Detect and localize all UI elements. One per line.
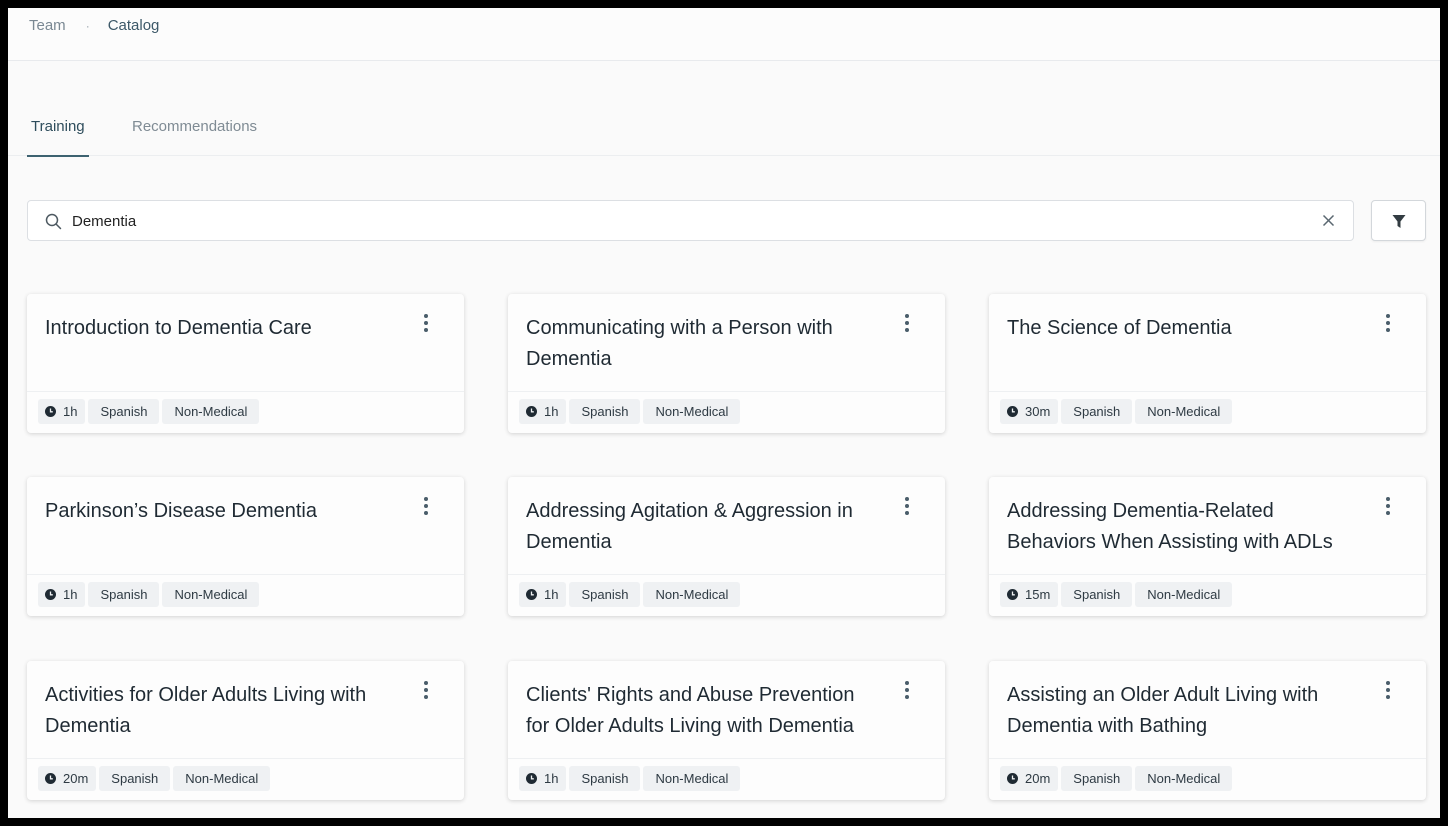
course-title[interactable]: Communicating with a Person with Dementi… — [526, 313, 871, 375]
breadcrumb-catalog[interactable]: Catalog — [108, 17, 160, 34]
language-badge: Spanish — [569, 766, 641, 791]
course-title[interactable]: Assisting an Older Adult Living with Dem… — [1007, 680, 1352, 742]
duration-text: 15m — [1025, 587, 1051, 602]
duration-badge: 1h — [519, 399, 567, 424]
category-badge: Non-Medical — [162, 582, 260, 607]
more-options-icon[interactable] — [422, 681, 430, 703]
more-options-icon[interactable] — [903, 497, 911, 519]
clock-icon — [526, 406, 537, 417]
course-card[interactable]: Addressing Agitation & Aggression in Dem… — [508, 477, 945, 616]
language-badge: Spanish — [1061, 582, 1133, 607]
course-meta: 1h Spanish Non-Medical — [508, 758, 945, 800]
course-meta: 1h Spanish Non-Medical — [27, 574, 464, 616]
clock-icon — [526, 773, 537, 784]
category-badge: Non-Medical — [643, 766, 741, 791]
category-badge: Non-Medical — [1135, 582, 1233, 607]
course-meta: 1h Spanish Non-Medical — [27, 391, 464, 433]
breadcrumb-team[interactable]: Team — [29, 17, 66, 34]
language-badge: Spanish — [1061, 399, 1133, 424]
duration-text: 20m — [63, 771, 89, 786]
duration-text: 20m — [1025, 771, 1051, 786]
duration-badge: 15m — [1000, 582, 1059, 607]
course-card[interactable]: Assisting an Older Adult Living with Dem… — [989, 661, 1426, 800]
category-badge: Non-Medical — [162, 399, 260, 424]
course-meta: 20m Spanish Non-Medical — [989, 758, 1426, 800]
language-badge: Spanish — [569, 399, 641, 424]
course-title[interactable]: Introduction to Dementia Care — [45, 313, 390, 344]
breadcrumb: Team · Catalog — [8, 8, 1440, 61]
more-options-icon[interactable] — [1384, 681, 1392, 703]
course-card[interactable]: Addressing Dementia-Related Behaviors Wh… — [989, 477, 1426, 616]
course-title[interactable]: Activities for Older Adults Living with … — [45, 680, 390, 742]
language-badge: Spanish — [88, 582, 160, 607]
tab-training[interactable]: Training — [27, 118, 89, 157]
filter-icon — [1392, 215, 1406, 228]
more-options-icon[interactable] — [1384, 314, 1392, 336]
duration-text: 1h — [63, 404, 78, 419]
clock-icon — [526, 589, 537, 600]
duration-badge: 20m — [38, 766, 97, 791]
clock-icon — [1007, 406, 1018, 417]
course-title[interactable]: Addressing Dementia-Related Behaviors Wh… — [1007, 496, 1352, 558]
course-title[interactable]: The Science of Dementia — [1007, 313, 1352, 344]
duration-badge: 20m — [1000, 766, 1059, 791]
clock-icon — [45, 589, 56, 600]
duration-text: 30m — [1025, 404, 1051, 419]
clock-icon — [1007, 773, 1018, 784]
more-options-icon[interactable] — [422, 314, 430, 336]
course-card[interactable]: Clients' Rights and Abuse Prevention for… — [508, 661, 945, 800]
clock-icon — [45, 406, 56, 417]
course-card[interactable]: The Science of Dementia 30m Spanish Non-… — [989, 294, 1426, 433]
tab-bar: Training Recommendations — [8, 111, 1440, 157]
breadcrumb-separator: · — [85, 19, 90, 33]
duration-text: 1h — [63, 587, 78, 602]
more-options-icon[interactable] — [1384, 497, 1392, 519]
course-meta: 15m Spanish Non-Medical — [989, 574, 1426, 616]
language-badge: Spanish — [88, 399, 160, 424]
language-badge: Spanish — [99, 766, 171, 791]
duration-badge: 1h — [38, 582, 86, 607]
category-badge: Non-Medical — [1135, 399, 1233, 424]
filter-button[interactable] — [1371, 200, 1426, 241]
duration-text: 1h — [544, 771, 559, 786]
category-badge: Non-Medical — [643, 582, 741, 607]
duration-text: 1h — [544, 404, 559, 419]
course-card[interactable]: Introduction to Dementia Care 1h Spanish… — [27, 294, 464, 433]
more-options-icon[interactable] — [422, 497, 430, 519]
tab-recommendations[interactable]: Recommendations — [128, 118, 261, 156]
category-badge: Non-Medical — [643, 399, 741, 424]
course-meta: 1h Spanish Non-Medical — [508, 391, 945, 433]
clock-icon — [45, 773, 56, 784]
duration-badge: 1h — [519, 582, 567, 607]
course-title[interactable]: Parkinson’s Disease Dementia — [45, 496, 390, 527]
category-badge: Non-Medical — [173, 766, 271, 791]
duration-badge: 1h — [38, 399, 86, 424]
more-options-icon[interactable] — [903, 681, 911, 703]
course-card[interactable]: Activities for Older Adults Living with … — [27, 661, 464, 800]
search-icon — [45, 213, 62, 230]
duration-badge: 30m — [1000, 399, 1059, 424]
duration-text: 1h — [544, 587, 559, 602]
search-bar — [27, 200, 1354, 241]
course-meta: 30m Spanish Non-Medical — [989, 391, 1426, 433]
course-meta: 20m Spanish Non-Medical — [27, 758, 464, 800]
language-badge: Spanish — [1061, 766, 1133, 791]
course-title[interactable]: Clients' Rights and Abuse Prevention for… — [526, 680, 871, 742]
language-badge: Spanish — [569, 582, 641, 607]
close-icon[interactable] — [1322, 214, 1335, 227]
search-input[interactable] — [72, 210, 1272, 232]
course-meta: 1h Spanish Non-Medical — [508, 574, 945, 616]
duration-badge: 1h — [519, 766, 567, 791]
more-options-icon[interactable] — [903, 314, 911, 336]
course-title[interactable]: Addressing Agitation & Aggression in Dem… — [526, 496, 871, 558]
category-badge: Non-Medical — [1135, 766, 1233, 791]
clock-icon — [1007, 589, 1018, 600]
course-card[interactable]: Parkinson’s Disease Dementia 1h Spanish … — [27, 477, 464, 616]
app-frame: Team · Catalog Training Recommendations … — [8, 8, 1440, 818]
course-card[interactable]: Communicating with a Person with Dementi… — [508, 294, 945, 433]
